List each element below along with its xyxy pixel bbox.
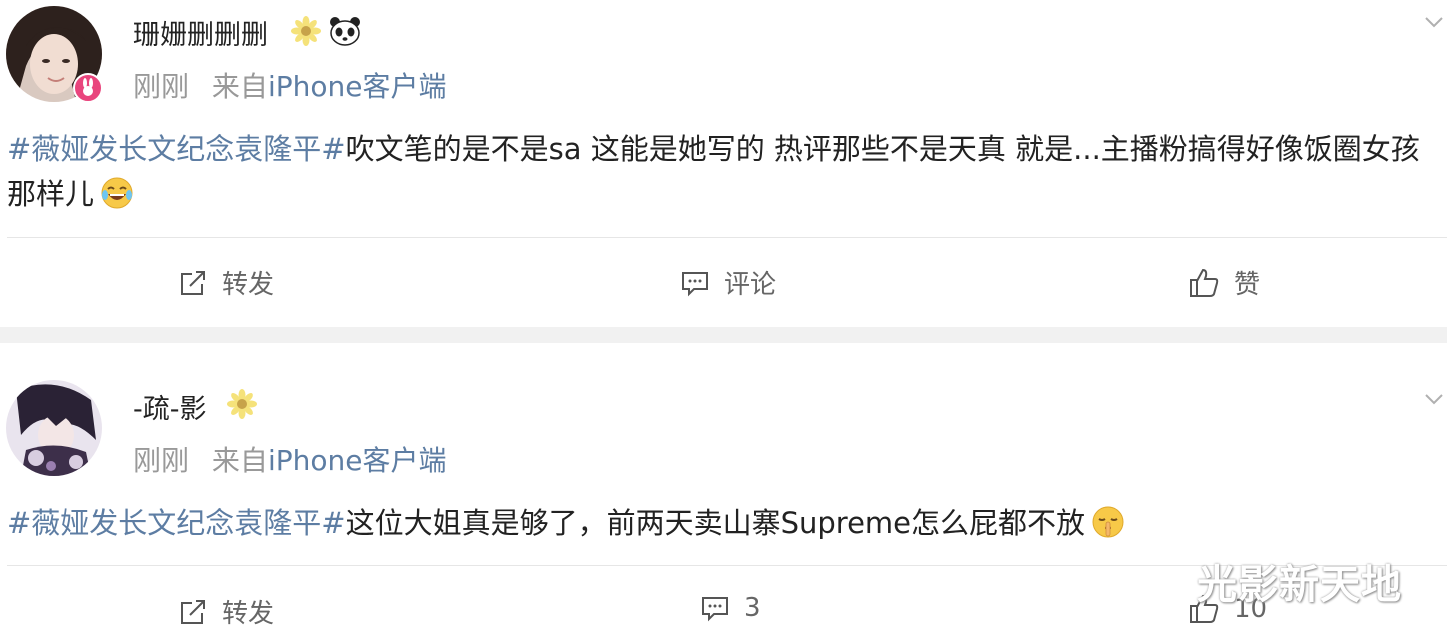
panda-icon bbox=[329, 17, 360, 46]
weibo-post: 珊姗删删删 刚刚 来自iPhone客户端 #薇娅发长文纪念袁隆平#吹文笔的是不是… bbox=[0, 0, 1447, 327]
post-content: #薇娅发长文纪念袁隆平#这位大姐真是够了，前两天卖山寨Supreme怎么屁都不放 bbox=[7, 501, 1443, 546]
sunflower-icon bbox=[227, 389, 257, 419]
post-separator bbox=[0, 327, 1447, 343]
chevron-down-icon[interactable] bbox=[1424, 389, 1444, 409]
repost-label: 转发 bbox=[222, 270, 275, 300]
user-badges bbox=[227, 389, 257, 425]
watermark: 光影新天地 bbox=[1197, 562, 1402, 608]
repost-icon bbox=[181, 599, 205, 624]
post-meta: 刚刚 来自iPhone客户端 bbox=[133, 439, 446, 479]
laughing-crying-emoji bbox=[101, 177, 133, 209]
chevron-down-icon[interactable] bbox=[1424, 12, 1444, 32]
source-prefix: 来自 bbox=[211, 444, 268, 477]
post-text: 这位大姐真是够了，前两天卖山寨Supreme怎么屁都不放 bbox=[345, 506, 1086, 540]
vip-badge-icon bbox=[73, 73, 103, 103]
post-source-link[interactable]: iPhone客户端 bbox=[268, 70, 447, 103]
divider bbox=[7, 237, 1447, 238]
topic-link[interactable]: #薇娅发长文纪念袁隆平# bbox=[7, 132, 346, 166]
repost-label: 转发 bbox=[222, 599, 275, 629]
comment-count: 3 bbox=[744, 593, 761, 623]
sunflower-icon bbox=[291, 16, 321, 46]
post-meta: 刚刚 来自iPhone客户端 bbox=[133, 65, 446, 105]
source-prefix: 来自 bbox=[211, 70, 268, 103]
avatar-photo bbox=[6, 380, 102, 476]
post-time: 刚刚 bbox=[133, 70, 190, 103]
repost-button[interactable]: 转发 bbox=[178, 593, 274, 630]
user-avatar[interactable] bbox=[6, 380, 102, 476]
like-label: 赞 bbox=[1234, 270, 1261, 300]
comment-button[interactable]: 评论 bbox=[680, 264, 776, 301]
repost-icon bbox=[181, 270, 205, 295]
post-content: #薇娅发长文纪念袁隆平#吹文笔的是不是sa 这能是她写的 热评那些不是天真 就是… bbox=[7, 127, 1443, 217]
like-button[interactable]: 赞 bbox=[1188, 264, 1260, 301]
shush-emoji bbox=[1092, 506, 1124, 538]
post-time: 刚刚 bbox=[133, 444, 190, 477]
comment-icon bbox=[682, 271, 708, 296]
thumbs-up-icon bbox=[1190, 268, 1219, 297]
post-source-link[interactable]: iPhone客户端 bbox=[268, 444, 447, 477]
username[interactable]: 珊姗删删删 bbox=[133, 13, 268, 52]
repost-button[interactable]: 转发 bbox=[178, 264, 274, 301]
comment-label: 评论 bbox=[724, 270, 777, 300]
user-badges bbox=[291, 16, 361, 52]
topic-link[interactable]: #薇娅发长文纪念袁隆平# bbox=[7, 506, 346, 540]
comment-icon bbox=[702, 597, 728, 622]
username[interactable]: -疏-影 bbox=[133, 387, 207, 426]
comment-button[interactable]: 3 bbox=[700, 593, 761, 623]
